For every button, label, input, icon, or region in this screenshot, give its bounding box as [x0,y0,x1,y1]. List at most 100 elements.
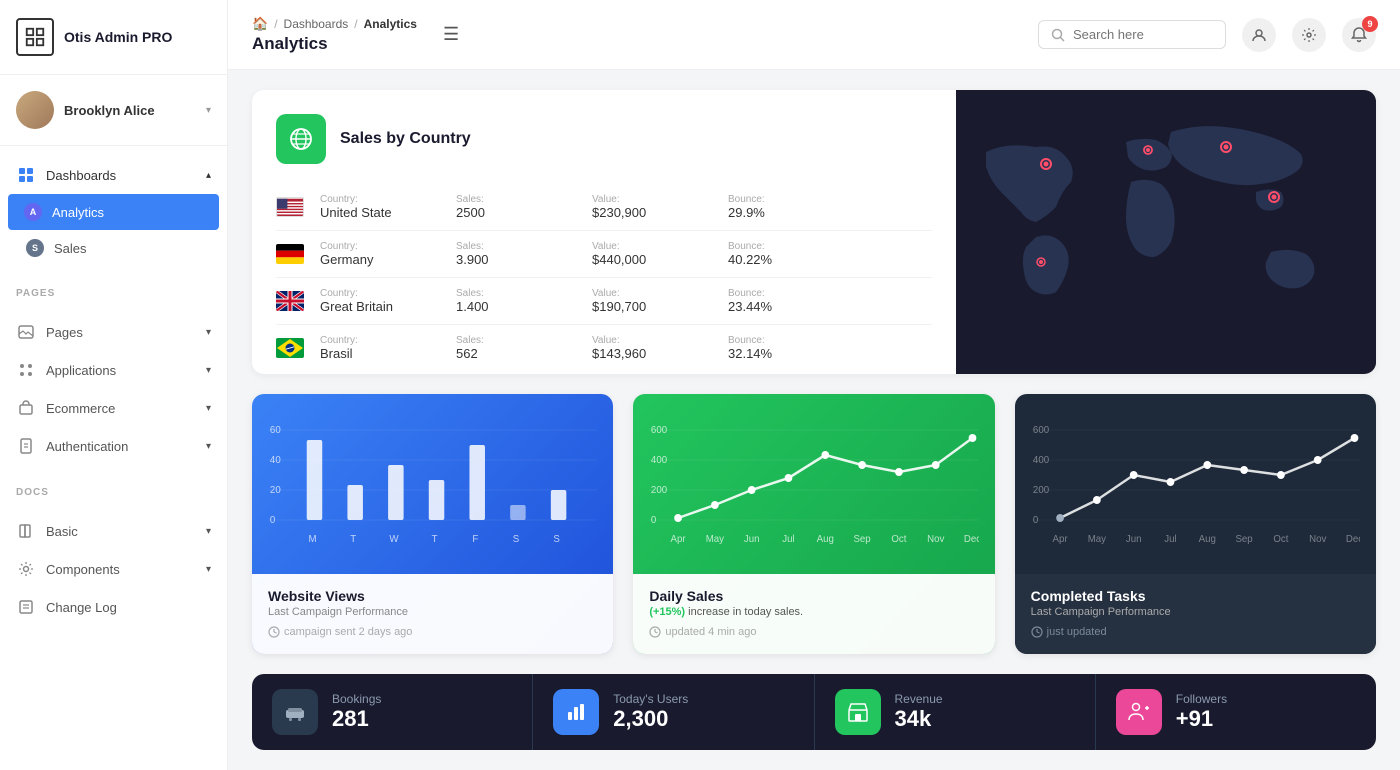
app-title: Otis Admin PRO [64,29,172,46]
grid-icon [16,165,36,185]
search-input[interactable] [1073,27,1213,42]
svg-text:600: 600 [651,425,668,436]
top-header: 🏠 / Dashboards / Analytics Analytics ☰ 9 [228,0,1400,70]
svg-text:40: 40 [270,455,281,466]
svg-text:400: 400 [651,455,668,466]
applications-chevron-icon: ▾ [206,365,211,376]
value-col: Value: $143,960 [592,335,712,361]
completed-tasks-card: 600 400 200 0 [1015,394,1376,654]
user-avatar-header[interactable] [1242,18,1276,52]
sales-badge: S [26,239,44,257]
revenue-value: 34k [895,706,943,732]
nav-dashboards-section: Dashboards ▴ A Analytics S Sales [0,146,227,276]
authentication-label: Authentication [46,439,128,454]
sidebar-item-dashboards[interactable]: Dashboards ▴ [0,156,227,194]
completed-tasks-chart: 600 400 200 0 [1015,394,1376,574]
notifications-button[interactable]: 9 [1342,18,1376,52]
value-col: Value: $440,000 [592,241,712,267]
hamburger-icon[interactable]: ☰ [443,24,459,45]
docs-section-label: DOCS [0,475,227,502]
svg-text:Oct: Oct [1273,534,1288,545]
svg-text:Aug: Aug [1198,534,1215,545]
analytics-badge: A [24,203,42,221]
svg-text:Aug: Aug [817,534,834,545]
sales-col: Sales: 562 [456,335,576,361]
basic-label: Basic [46,524,78,539]
country-row-gb: Country: Great Britain Sales: 1.400 Valu… [276,278,932,325]
sidebar-item-basic[interactable]: Basic ▾ [0,512,227,550]
sidebar-logo: Otis Admin PRO [0,0,227,75]
settings-icon-button[interactable] [1292,18,1326,52]
followers-label: Followers [1176,692,1227,706]
stat-followers: Followers +91 [1096,674,1376,750]
country-col: Country: United State [320,194,440,220]
svg-text:S: S [513,534,520,545]
sidebar-item-analytics[interactable]: A Analytics [8,194,219,230]
sidebar-item-authentication[interactable]: Authentication ▾ [0,427,227,465]
flag-us [276,197,304,217]
sidebar-item-components[interactable]: Components ▾ [0,550,227,588]
dashboards-chevron-icon: ▴ [206,170,211,181]
sales-label: Sales [54,241,87,256]
svg-text:Jul: Jul [783,534,795,545]
sales-col: Sales: 1.400 [456,288,576,314]
svg-text:Apr: Apr [671,534,687,545]
svg-text:T: T [350,534,356,545]
svg-text:Apr: Apr [1052,534,1068,545]
sidebar-item-sales[interactable]: S Sales [0,230,227,266]
components-chevron-icon: ▾ [206,564,211,575]
search-box[interactable] [1038,20,1226,49]
notification-count: 9 [1362,16,1378,32]
svg-text:0: 0 [1033,515,1039,526]
revenue-info: Revenue 34k [895,692,943,732]
book-icon [16,521,36,541]
sofa-icon [272,689,318,735]
flag-br [276,338,304,358]
home-icon: 🏠 [252,16,268,32]
svg-text:Nov: Nov [927,534,944,545]
svg-text:M: M [309,534,317,545]
docs-nav-section: Basic ▾ Components ▾ Change Log [0,502,227,636]
svg-text:Nov: Nov [1309,534,1326,545]
card-header: Sales by Country [276,114,932,164]
svg-text:Dec: Dec [964,534,978,545]
map-svg [956,92,1376,372]
country-col: Country: Germany [320,241,440,267]
bounce-col: Bounce: 23.44% [728,288,848,314]
stat-revenue: Revenue 34k [815,674,1096,750]
user-profile[interactable]: Brooklyn Alice ▾ [0,75,227,146]
sidebar-item-applications[interactable]: Applications ▾ [0,351,227,389]
bookings-label: Bookings [332,692,381,706]
svg-text:S: S [553,534,560,545]
search-icon [1051,28,1065,42]
page-title: Analytics [252,34,417,54]
sidebar-item-ecommerce[interactable]: Ecommerce ▾ [0,389,227,427]
svg-text:20: 20 [270,485,281,496]
basic-chevron-icon: ▾ [206,526,211,537]
pages-chevron-icon: ▾ [206,327,211,338]
svg-text:Dec: Dec [1346,534,1360,545]
svg-text:200: 200 [1033,485,1050,496]
svg-text:May: May [706,534,724,545]
sidebar-item-pages[interactable]: Pages ▾ [0,313,227,351]
country-row-de: Country: Germany Sales: 3.900 Value: $44… [276,231,932,278]
daily-sales-chart: 600 400 200 0 [633,394,994,574]
breadcrumb-dashboards[interactable]: Dashboards [284,17,349,31]
sales-col: Sales: 3.900 [456,241,576,267]
website-views-chart: 60 40 20 0 M T [252,394,613,574]
completed-tasks-title: Completed Tasks [1031,588,1360,604]
flag-gb [276,291,304,311]
today-users-value: 2,300 [613,706,688,732]
sidebar-item-changelog[interactable]: Change Log [0,588,227,626]
svg-text:Jun: Jun [744,534,760,545]
authentication-chevron-icon: ▾ [206,441,211,452]
apps-icon [16,360,36,380]
today-users-info: Today's Users 2,300 [613,692,688,732]
today-users-label: Today's Users [613,692,688,706]
pages-label: Pages [46,325,83,340]
breadcrumb: 🏠 / Dashboards / Analytics Analytics [252,16,417,54]
svg-text:Sep: Sep [1235,534,1253,545]
components-label: Components [46,562,120,577]
avatar [16,91,54,129]
changelog-label: Change Log [46,600,117,615]
